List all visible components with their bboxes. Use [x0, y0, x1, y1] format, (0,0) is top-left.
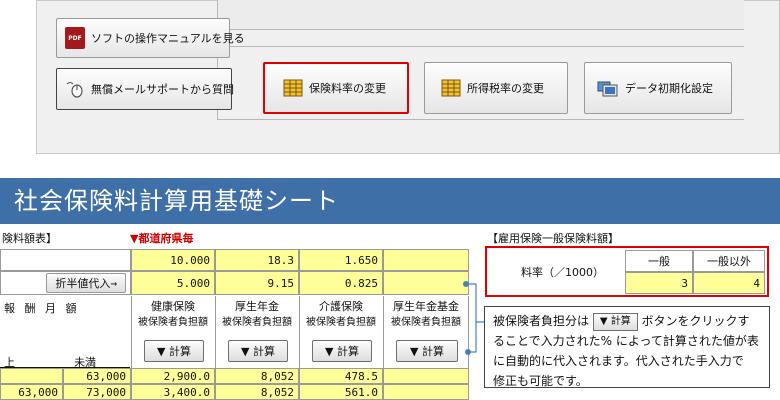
row1-to: 63,000: [63, 368, 131, 384]
mail-support-button-label: 無償メールサポートから質問: [91, 83, 234, 96]
manual-button-label: ソフトの操作マニュアルを見る: [91, 32, 245, 45]
calc-pension-button[interactable]: ▼ 計算: [228, 340, 288, 362]
pension-half-cell[interactable]: 9.15: [215, 271, 299, 295]
income-tax-rate-change-label: 所得税率の変更: [467, 82, 544, 95]
info-line-2: ることで入力された% によって計算された値が表: [493, 334, 759, 348]
mouse-icon: [65, 80, 85, 98]
health-half-cell[interactable]: 5.000: [131, 271, 215, 295]
care-half-cell[interactable]: 0.825: [299, 271, 383, 295]
row1-pension: 8,052: [215, 368, 299, 384]
rate-label-empty: [0, 249, 131, 271]
rate-per-thousand-label: 料率（／1000）: [521, 266, 604, 279]
calc-health-button[interactable]: ▼ 計算: [144, 340, 204, 362]
row2-care: 561.0: [299, 384, 383, 400]
income-tax-rate-change-button[interactable]: 所得税率の変更: [424, 62, 568, 114]
info-line-3: に自動的に代入されます。代入された手入力で: [493, 354, 744, 368]
calc-care-button[interactable]: ▼ 計算: [312, 340, 372, 362]
manual-button[interactable]: PDF ソフトの操作マニュアルを見る: [56, 18, 245, 58]
fund-half-cell[interactable]: [383, 271, 469, 295]
grid-divider: [299, 296, 300, 368]
table-icon: [283, 79, 303, 97]
row2-from: 63,000: [0, 384, 63, 400]
row1-fund: [383, 368, 469, 384]
col-general-header: 一般: [625, 250, 693, 272]
calc-fund-button[interactable]: ▼ 計算: [396, 340, 458, 362]
info-text: 被保険者負担分は: [493, 314, 590, 328]
info-line-1: 被保険者負担分は ▼ 計算 ボタンをクリックす: [493, 311, 761, 331]
rate-other-cell[interactable]: 4: [693, 272, 765, 294]
row2-health: 3,400.0: [131, 384, 215, 400]
table-header-label: 険料額表】: [2, 232, 57, 245]
table-icon: [441, 79, 461, 97]
monitor-icon: [597, 79, 619, 97]
info-note: 被保険者負担分は ▼ 計算 ボタンをクリックす ることで入力された% によって計…: [484, 306, 770, 388]
employment-rate-box: 料率（／1000） 一般 一般以外 3 4: [485, 246, 769, 297]
pdf-icon: PDF: [65, 27, 85, 49]
row2-fund: [383, 384, 469, 400]
insurance-rate-change-label: 保険料率の変更: [309, 82, 386, 95]
row2-pension: 8,052: [215, 384, 299, 400]
info-calc-button: ▼ 計算: [592, 312, 638, 331]
mail-support-button[interactable]: 無償メールサポートから質問: [56, 68, 234, 110]
half-value-row-label: 折半値代入→: [0, 271, 131, 295]
fund-rate-cell[interactable]: [383, 249, 469, 271]
prefecture-label: ▼都道府県毎: [130, 232, 194, 245]
sheet-title: 社会保険料計算用基礎シート: [0, 178, 780, 224]
insurance-rate-change-button[interactable]: 保険料率の変更: [263, 62, 409, 114]
employment-insurance-header: 【雇用保険一般保険料額】: [487, 232, 619, 245]
row2-to: 73,000: [63, 384, 131, 400]
half-value-button[interactable]: 折半値代入→: [46, 273, 126, 293]
care-rate-cell[interactable]: 1.650: [299, 249, 383, 271]
info-text: ボタンをクリックす: [641, 314, 750, 328]
grid-divider: [383, 296, 384, 368]
pension-rate-cell[interactable]: 18.3: [215, 249, 299, 271]
health-rate-cell[interactable]: 10.000: [131, 249, 215, 271]
col-other-header: 一般以外: [693, 250, 765, 272]
data-init-settings-label: データ初期化設定: [625, 82, 713, 95]
toolbar-top-strip: [217, 0, 744, 30]
row1-from: [0, 368, 63, 384]
monthly-salary-label: 報 酬 月 額: [4, 302, 80, 315]
grid-divider: [215, 296, 216, 368]
row1-health: 2,900.0: [131, 368, 215, 384]
row1-care: 478.5: [299, 368, 383, 384]
info-line-4: 修正も可能です。: [493, 374, 588, 388]
data-init-settings-button[interactable]: データ初期化設定: [584, 62, 732, 114]
rate-general-cell[interactable]: 3: [625, 272, 693, 294]
